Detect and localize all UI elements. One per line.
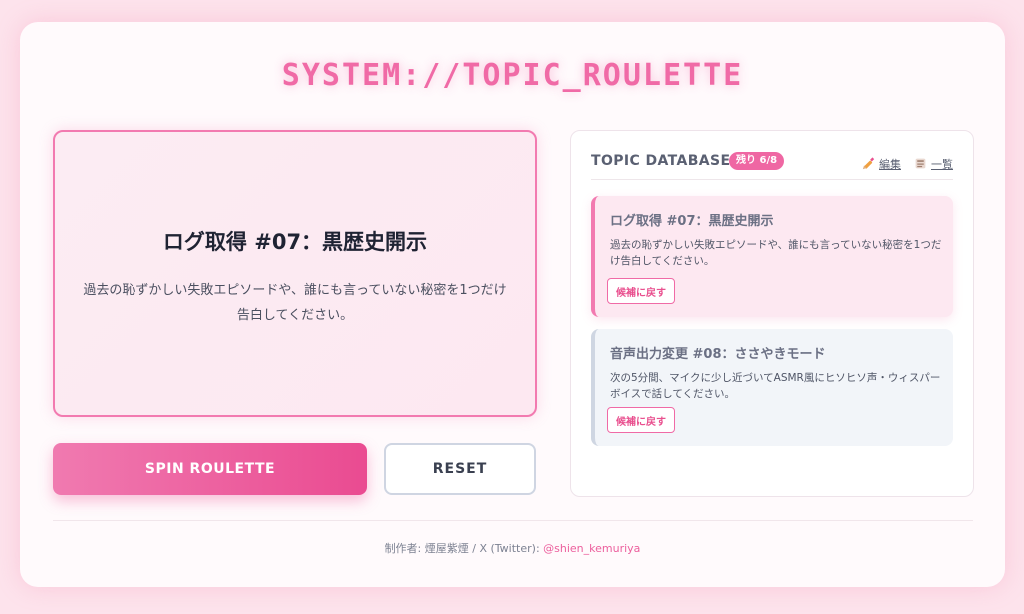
list-icon bbox=[915, 158, 926, 169]
topic-database-title: TOPIC DATABASE bbox=[591, 153, 731, 169]
display-topic-description: 過去の恥ずかしい失敗エピソードや、誰にも言っていない秘密を1つだけ告白してくださ… bbox=[83, 283, 507, 323]
topic-display: ログ取得 #07：黒歴史開示 過去の恥ずかしい失敗エピソードや、誰にも言っていな… bbox=[53, 130, 537, 417]
twitter-handle-link[interactable]: @shien_kemuriya bbox=[543, 542, 640, 555]
topic-item-description: 過去の恥ずかしい失敗エピソードや、誰にも言っていない秘密を1つだけ告白してくださ… bbox=[610, 239, 942, 267]
display-topic-title: ログ取得 #07：黒歴史開示 bbox=[162, 230, 428, 254]
pencil-icon bbox=[862, 157, 875, 170]
footer-credit: 制作者: 煙屋紫煙 / X (Twitter): bbox=[384, 542, 544, 555]
topic-item: 音声出力変更 #08：ささやきモード 次の5分間、マイクに少し近づいてASMR風… bbox=[591, 329, 953, 446]
topic-database-panel: TOPIC DATABASE 残り 6/8 編集 一覧 ログ取得 #07：黒歴史… bbox=[570, 130, 974, 497]
topic-item-description: 次の5分間、マイクに少し近づいてASMR風にヒソヒソ声・ウィスパーボイスで話して… bbox=[610, 372, 941, 400]
spin-roulette-button[interactable]: SPIN ROULETTE bbox=[53, 443, 367, 495]
return-to-candidates-button[interactable]: 候補に戻す bbox=[607, 278, 675, 304]
edit-link[interactable]: 編集 bbox=[862, 156, 901, 172]
reset-button[interactable]: RESET bbox=[384, 443, 536, 495]
topic-item-title: 音声出力変更 #08：ささやきモード bbox=[610, 347, 826, 362]
edit-link-label: 編集 bbox=[879, 158, 901, 171]
topic-item-title: ログ取得 #07：黒歴史開示 bbox=[610, 214, 774, 229]
list-link-label: 一覧 bbox=[931, 158, 953, 171]
footer: 制作者: 煙屋紫煙 / X (Twitter): @shien_kemuriya bbox=[20, 540, 1005, 556]
list-link[interactable]: 一覧 bbox=[914, 156, 953, 172]
footer-divider bbox=[53, 520, 973, 521]
topic-database-header: TOPIC DATABASE 残り 6/8 編集 一覧 bbox=[591, 151, 953, 180]
remaining-count-badge: 残り 6/8 bbox=[729, 152, 785, 170]
app-title: SYSTEM://TOPIC_ROULETTE bbox=[281, 58, 744, 93]
topic-item-active: ログ取得 #07：黒歴史開示 過去の恥ずかしい失敗エピソードや、誰にも言っていな… bbox=[591, 196, 953, 317]
main-card: SYSTEM://TOPIC_ROULETTE ログ取得 #07：黒歴史開示 過… bbox=[20, 22, 1005, 587]
return-to-candidates-button[interactable]: 候補に戻す bbox=[607, 407, 675, 433]
